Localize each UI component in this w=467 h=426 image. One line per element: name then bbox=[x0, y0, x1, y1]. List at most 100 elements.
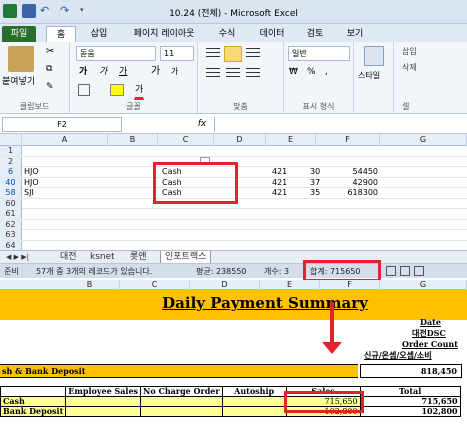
column-header-f[interactable]: F bbox=[316, 134, 380, 146]
branch-label: 대전DSC bbox=[412, 328, 446, 338]
tab-home[interactable]: 홈 bbox=[46, 26, 76, 42]
total-cell[interactable]: 102,800 bbox=[359, 406, 461, 417]
styles-icon[interactable] bbox=[364, 46, 384, 66]
row-label[interactable]: Bank Deposit bbox=[0, 406, 67, 417]
row-header[interactable]: 1 bbox=[0, 146, 22, 156]
column-header-a[interactable]: A bbox=[22, 134, 108, 146]
cell-e[interactable]: 421 bbox=[272, 188, 287, 198]
paste-icon[interactable] bbox=[8, 46, 34, 72]
styles-button[interactable]: 스타일 bbox=[358, 70, 380, 81]
no-charge-cell[interactable] bbox=[140, 396, 223, 407]
cell-a[interactable]: HJO bbox=[24, 178, 39, 188]
cells-group-label: 셀 bbox=[402, 102, 410, 111]
ribbon-tabs: 파일 홈 삽입 페이지 레이아웃 수식 데이터 검토 보기 bbox=[0, 24, 467, 42]
percent-button[interactable]: % bbox=[306, 64, 317, 80]
font-color-button[interactable]: 가 bbox=[134, 82, 145, 100]
cell-e[interactable]: 421 bbox=[272, 167, 287, 177]
insert-function-button[interactable]: fx bbox=[192, 117, 212, 132]
align-center-icon[interactable] bbox=[226, 68, 240, 80]
cash-bank-deposit-band: sh & Bank Deposit bbox=[0, 364, 358, 378]
formula-input[interactable] bbox=[214, 117, 467, 132]
tab-formulas[interactable]: 수식 bbox=[212, 26, 242, 42]
employee-sales-cell[interactable] bbox=[65, 396, 142, 407]
bold-button[interactable]: 가 bbox=[78, 64, 88, 80]
column-header-c[interactable]: C bbox=[158, 134, 214, 146]
row-header[interactable]: 61 bbox=[0, 209, 22, 219]
column-header-b[interactable]: B bbox=[108, 134, 158, 146]
row-header[interactable]: 60 bbox=[0, 198, 22, 209]
sales-cell[interactable]: 102,800 bbox=[285, 406, 361, 417]
column-header-g[interactable]: G bbox=[380, 134, 467, 146]
comma-button[interactable]: , bbox=[324, 64, 329, 80]
shrink-font-button[interactable]: 가 bbox=[170, 64, 179, 80]
cell-a[interactable]: SJI bbox=[24, 188, 34, 198]
column-header-b[interactable]: B bbox=[60, 280, 120, 290]
employee-sales-cell[interactable] bbox=[65, 406, 142, 417]
border-icon[interactable] bbox=[78, 84, 90, 96]
cell-e[interactable]: 421 bbox=[272, 178, 287, 188]
paste-button[interactable]: 붙여넣기 bbox=[2, 74, 35, 87]
format-painter-icon[interactable]: ✎ bbox=[46, 82, 54, 92]
copy-icon[interactable]: ⧉ bbox=[46, 64, 52, 74]
column-header-e[interactable]: E bbox=[260, 280, 320, 290]
page-break-view-icon[interactable] bbox=[414, 266, 424, 276]
autoship-cell[interactable] bbox=[221, 406, 287, 417]
tab-insert[interactable]: 삽입 bbox=[84, 26, 114, 42]
delete-cells-button[interactable]: 삭제 bbox=[402, 62, 417, 73]
autoship-cell[interactable] bbox=[221, 396, 287, 407]
row-header[interactable]: 6 bbox=[0, 167, 22, 177]
total-cell[interactable]: 715,650 bbox=[359, 396, 461, 407]
sales-cell[interactable]: 715,650 bbox=[285, 396, 361, 407]
column-header-f[interactable]: F bbox=[320, 280, 380, 290]
page-layout-view-icon[interactable] bbox=[400, 266, 410, 276]
align-middle-icon[interactable] bbox=[224, 46, 242, 62]
cell-f[interactable]: 42900 bbox=[316, 178, 378, 188]
align-top-icon[interactable] bbox=[206, 48, 220, 60]
table-row: Bank Deposit 102,800 102,800 bbox=[0, 406, 461, 417]
cell-c[interactable]: Cash bbox=[162, 188, 182, 198]
tab-page-layout[interactable]: 페이지 레이아웃 bbox=[122, 26, 206, 42]
select-all-corner[interactable] bbox=[0, 134, 22, 146]
row-label[interactable]: Cash bbox=[0, 396, 67, 407]
column-header-e[interactable]: E bbox=[266, 134, 316, 146]
align-left-icon[interactable] bbox=[206, 68, 220, 80]
column-header-d[interactable]: D bbox=[214, 134, 266, 146]
normal-view-icon[interactable] bbox=[386, 266, 396, 276]
order-count-label: Order Count bbox=[402, 339, 458, 349]
cut-icon[interactable]: ✂ bbox=[46, 46, 54, 57]
cell-c[interactable]: Cash bbox=[162, 167, 182, 177]
cell-f[interactable]: 54450 bbox=[316, 167, 378, 177]
align-right-icon[interactable] bbox=[246, 68, 260, 80]
insert-cells-button[interactable]: 삽입 bbox=[402, 46, 417, 57]
column-header-d[interactable]: D bbox=[190, 280, 260, 290]
column-header-g[interactable]: G bbox=[380, 280, 467, 290]
tab-file[interactable]: 파일 bbox=[2, 26, 36, 42]
font-size-combo[interactable]: 11 bbox=[160, 46, 194, 61]
cell-a[interactable]: HJO bbox=[24, 167, 39, 177]
align-bottom-icon[interactable] bbox=[246, 48, 260, 60]
row-header[interactable]: 2 bbox=[0, 156, 22, 167]
fill-color-icon[interactable] bbox=[110, 84, 124, 96]
row-header[interactable]: 64 bbox=[0, 240, 22, 251]
cell-f[interactable]: 618300 bbox=[316, 188, 378, 198]
table-header: Total bbox=[359, 386, 461, 397]
tab-review[interactable]: 검토 bbox=[300, 26, 330, 42]
column-header-c[interactable]: C bbox=[120, 280, 190, 290]
italic-button[interactable]: 가 bbox=[98, 64, 108, 80]
tab-data[interactable]: 데이터 bbox=[252, 26, 292, 42]
font-name-combo[interactable]: 돋움 bbox=[76, 46, 156, 61]
filter-dropdown-icon[interactable] bbox=[200, 156, 210, 165]
tab-view[interactable]: 보기 bbox=[340, 26, 370, 42]
row-header[interactable]: 63 bbox=[0, 230, 22, 240]
currency-button[interactable]: ₩ bbox=[288, 64, 299, 80]
row-header[interactable]: 40 bbox=[0, 177, 22, 188]
grow-font-button[interactable]: 가 bbox=[150, 64, 161, 80]
cell-c[interactable]: Cash bbox=[162, 178, 182, 188]
title-bar: ↶ ↷ ▾ 10.24 (전체) - Microsoft Excel bbox=[0, 0, 467, 24]
number-format-combo[interactable]: 일반 bbox=[288, 46, 350, 61]
row-header[interactable]: 62 bbox=[0, 219, 22, 230]
no-charge-cell[interactable] bbox=[140, 406, 223, 417]
row-header[interactable]: 58 bbox=[0, 188, 22, 198]
underline-button[interactable]: 가 bbox=[118, 64, 128, 80]
name-box[interactable]: F2 bbox=[2, 117, 122, 132]
